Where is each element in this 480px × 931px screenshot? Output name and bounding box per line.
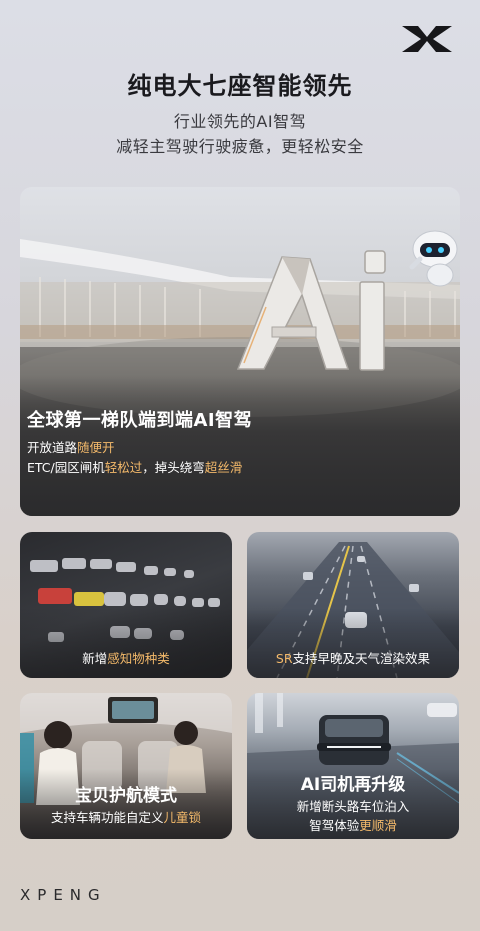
- hero-title: 全球第一梯队端到端AI智驾: [27, 410, 253, 431]
- xpeng-wordmark: XPENG: [20, 886, 107, 904]
- perception-caption: 新增感知物种类: [82, 651, 170, 666]
- subheadline-2: 减轻主驾驶行驶疲惫，更轻松安全: [116, 137, 364, 156]
- sr-caption: SR支持早晚及天气渲染效果: [275, 651, 431, 666]
- xpeng-x-logo-icon: [402, 26, 452, 52]
- page-headline: 纯电大七座智能领先: [127, 72, 353, 100]
- baby-mode-title: 宝贝护航模式: [75, 786, 177, 806]
- baby-mode-caption: 支持车辆功能自定义儿童锁: [50, 810, 202, 825]
- hero-line-2: ETC/园区闸机轻松过，掉头绕弯超丝滑: [27, 460, 243, 475]
- hero-line-1: 开放道路随便开: [27, 440, 115, 455]
- robot-mascot-icon: [409, 230, 458, 287]
- ai-driver-title: AI司机再升级: [300, 775, 406, 795]
- suv-car-icon: [317, 715, 391, 765]
- ai-driver-line-1: 新增断头路车位泊入: [296, 799, 410, 814]
- subheadline-1: 行业领先的AI智驾: [173, 112, 307, 131]
- ai-driver-line-2: 智驾体验更顺滑: [309, 818, 397, 833]
